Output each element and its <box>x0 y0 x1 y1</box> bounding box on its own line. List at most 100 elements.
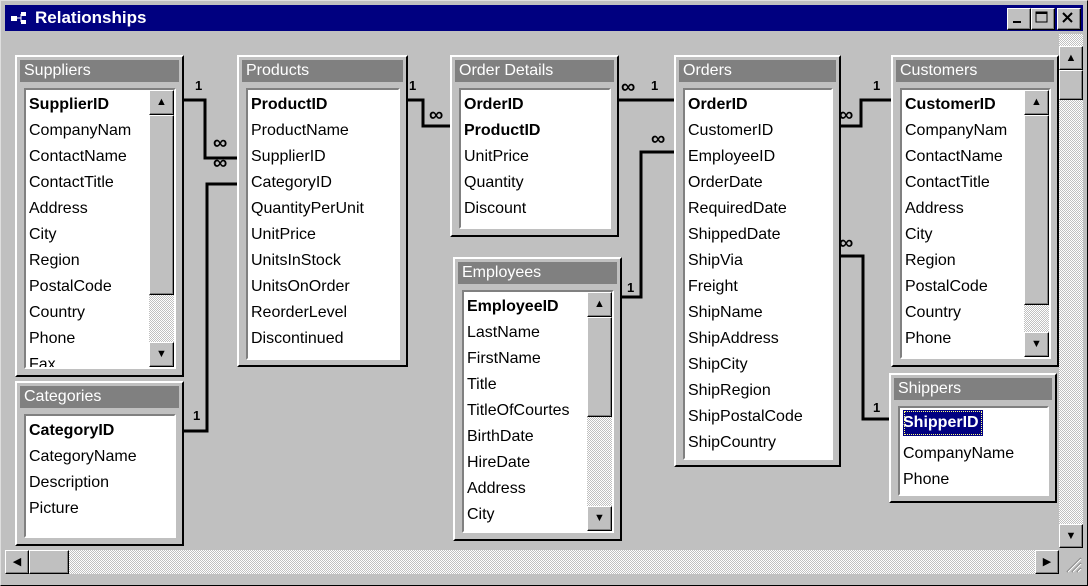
scroll-thumb[interactable] <box>1024 115 1049 305</box>
field-item[interactable]: ShipAddress <box>688 326 831 352</box>
field-item[interactable]: Phone <box>905 326 1022 352</box>
field-item[interactable]: Country <box>29 300 147 326</box>
field-item[interactable]: City <box>29 222 147 248</box>
field-item[interactable]: UnitsInStock <box>251 248 398 274</box>
table-suppliers[interactable]: Suppliers SupplierID CompanyNam ContactN… <box>15 55 184 377</box>
field-item[interactable]: ShippedDate <box>688 222 831 248</box>
field-item[interactable]: Discontinued <box>251 326 398 352</box>
field-item[interactable]: City <box>905 222 1022 248</box>
field-item[interactable]: RequiredDate <box>688 196 831 222</box>
field-item[interactable]: ProductID <box>251 92 398 118</box>
scroll-right-icon[interactable]: ▶ <box>1035 550 1059 574</box>
field-item[interactable]: HireDate <box>467 450 585 476</box>
field-scrollbar[interactable]: ▲ ▼ <box>587 292 612 531</box>
field-item[interactable]: Region <box>29 248 147 274</box>
scroll-down-icon[interactable]: ▼ <box>149 342 174 367</box>
field-list[interactable]: ShipperID CompanyName Phone <box>898 406 1049 496</box>
scroll-up-icon[interactable]: ▲ <box>1024 90 1049 115</box>
field-item[interactable]: ContactTitle <box>29 170 147 196</box>
field-list[interactable]: ProductID ProductName SupplierID Categor… <box>246 88 400 360</box>
relationships-canvas[interactable]: 1 ∞ ∞ 1 1 ∞ ∞ 1 ∞ 1 ∞ 1 ∞ 1 Suppliers Su… <box>5 34 1059 548</box>
table-employees[interactable]: Employees EmployeeID LastName FirstName … <box>453 257 622 541</box>
field-list[interactable]: SupplierID CompanyNam ContactName Contac… <box>24 88 176 369</box>
scroll-down-icon[interactable]: ▼ <box>1024 332 1049 357</box>
table-orders[interactable]: Orders OrderID CustomerID EmployeeID Ord… <box>674 55 841 467</box>
field-list[interactable]: CategoryID CategoryName Description Pict… <box>24 414 176 538</box>
field-scrollbar[interactable]: ▲ ▼ <box>1024 90 1049 357</box>
table-title[interactable]: Categories <box>20 386 179 408</box>
field-item[interactable]: Description <box>29 470 174 496</box>
field-list[interactable]: OrderID ProductID UnitPrice Quantity Dis… <box>459 88 611 229</box>
field-item[interactable]: ShipRegion <box>688 378 831 404</box>
scroll-down-icon[interactable]: ▼ <box>587 506 612 531</box>
field-item[interactable]: ShipVia <box>688 248 831 274</box>
field-item[interactable]: OrderID <box>688 92 831 118</box>
field-item[interactable]: Country <box>905 300 1022 326</box>
field-item[interactable]: CustomerID <box>905 92 1022 118</box>
field-item[interactable]: CompanyNam <box>29 118 147 144</box>
field-item[interactable]: Phone <box>903 467 1047 493</box>
field-item[interactable]: Address <box>29 196 147 222</box>
field-list[interactable]: OrderID CustomerID EmployeeID OrderDate … <box>683 88 833 460</box>
scroll-up-icon[interactable]: ▲ <box>149 90 174 115</box>
field-item[interactable]: Address <box>467 476 585 502</box>
table-title[interactable]: Orders <box>679 60 836 82</box>
field-item[interactable]: ProductName <box>251 118 398 144</box>
table-categories[interactable]: Categories CategoryID CategoryName Descr… <box>15 381 184 546</box>
field-item[interactable]: ContactTitle <box>905 170 1022 196</box>
main-vertical-scrollbar[interactable]: ▲ ▼ <box>1059 34 1083 548</box>
field-item[interactable]: PostalCode <box>905 274 1022 300</box>
field-item[interactable]: OrderDate <box>688 170 831 196</box>
field-item[interactable]: PostalCode <box>29 274 147 300</box>
table-title[interactable]: Suppliers <box>20 60 179 82</box>
field-item[interactable]: Discount <box>464 196 609 222</box>
close-button[interactable] <box>1057 8 1081 30</box>
minimize-button[interactable] <box>1007 8 1031 30</box>
scroll-up-icon[interactable]: ▲ <box>587 292 612 317</box>
field-item[interactable]: LastName <box>467 320 585 346</box>
field-item[interactable]: SupplierID <box>29 92 147 118</box>
field-item[interactable]: ShipName <box>688 300 831 326</box>
field-item[interactable]: Address <box>905 196 1022 222</box>
field-item[interactable]: Picture <box>29 496 174 522</box>
field-item[interactable]: ContactName <box>905 144 1022 170</box>
field-item[interactable]: ContactName <box>29 144 147 170</box>
table-title[interactable]: Order Details <box>455 60 614 82</box>
scroll-thumb[interactable] <box>149 115 174 295</box>
field-item[interactable]: ShipCity <box>688 352 831 378</box>
field-item[interactable]: QuantityPerUnit <box>251 196 398 222</box>
field-item[interactable]: UnitPrice <box>251 222 398 248</box>
field-item[interactable]: CompanyName <box>903 441 1047 467</box>
maximize-button[interactable] <box>1031 8 1055 30</box>
field-item[interactable]: ProductID <box>464 118 609 144</box>
field-scrollbar[interactable]: ▲ ▼ <box>149 90 174 367</box>
field-item[interactable]: FirstName <box>467 346 585 372</box>
field-item[interactable]: EmployeeID <box>688 144 831 170</box>
field-item[interactable]: CompanyNam <box>905 118 1022 144</box>
field-item[interactable]: CustomerID <box>688 118 831 144</box>
table-products[interactable]: Products ProductID ProductName SupplierI… <box>237 55 408 367</box>
field-item[interactable]: ShipperID <box>903 410 983 436</box>
field-list[interactable]: CustomerID CompanyNam ContactName Contac… <box>900 88 1051 359</box>
scroll-up-icon[interactable]: ▲ <box>1059 46 1083 70</box>
scroll-left-icon[interactable]: ◀ <box>5 550 29 574</box>
field-list[interactable]: EmployeeID LastName FirstName Title Titl… <box>462 290 614 533</box>
field-item[interactable]: ReorderLevel <box>251 300 398 326</box>
table-shippers[interactable]: Shippers ShipperID CompanyName Phone <box>889 373 1057 503</box>
field-item[interactable]: OrderID <box>464 92 609 118</box>
table-title[interactable]: Shippers <box>894 378 1052 400</box>
field-item[interactable]: CategoryName <box>29 444 174 470</box>
table-title[interactable]: Products <box>242 60 403 82</box>
scroll-thumb[interactable] <box>587 317 612 417</box>
field-item[interactable]: SupplierID <box>251 144 398 170</box>
table-title[interactable]: Employees <box>458 262 617 284</box>
field-item[interactable]: Region <box>905 248 1022 274</box>
resize-grip-icon[interactable] <box>1059 550 1083 574</box>
field-item[interactable]: Fax <box>29 352 147 367</box>
field-item[interactable]: Quantity <box>464 170 609 196</box>
field-item[interactable]: CategoryID <box>251 170 398 196</box>
field-item[interactable]: Phone <box>29 326 147 352</box>
table-order-details[interactable]: Order Details OrderID ProductID UnitPric… <box>450 55 619 237</box>
field-item[interactable]: BirthDate <box>467 424 585 450</box>
field-item[interactable]: ShipCountry <box>688 430 831 456</box>
